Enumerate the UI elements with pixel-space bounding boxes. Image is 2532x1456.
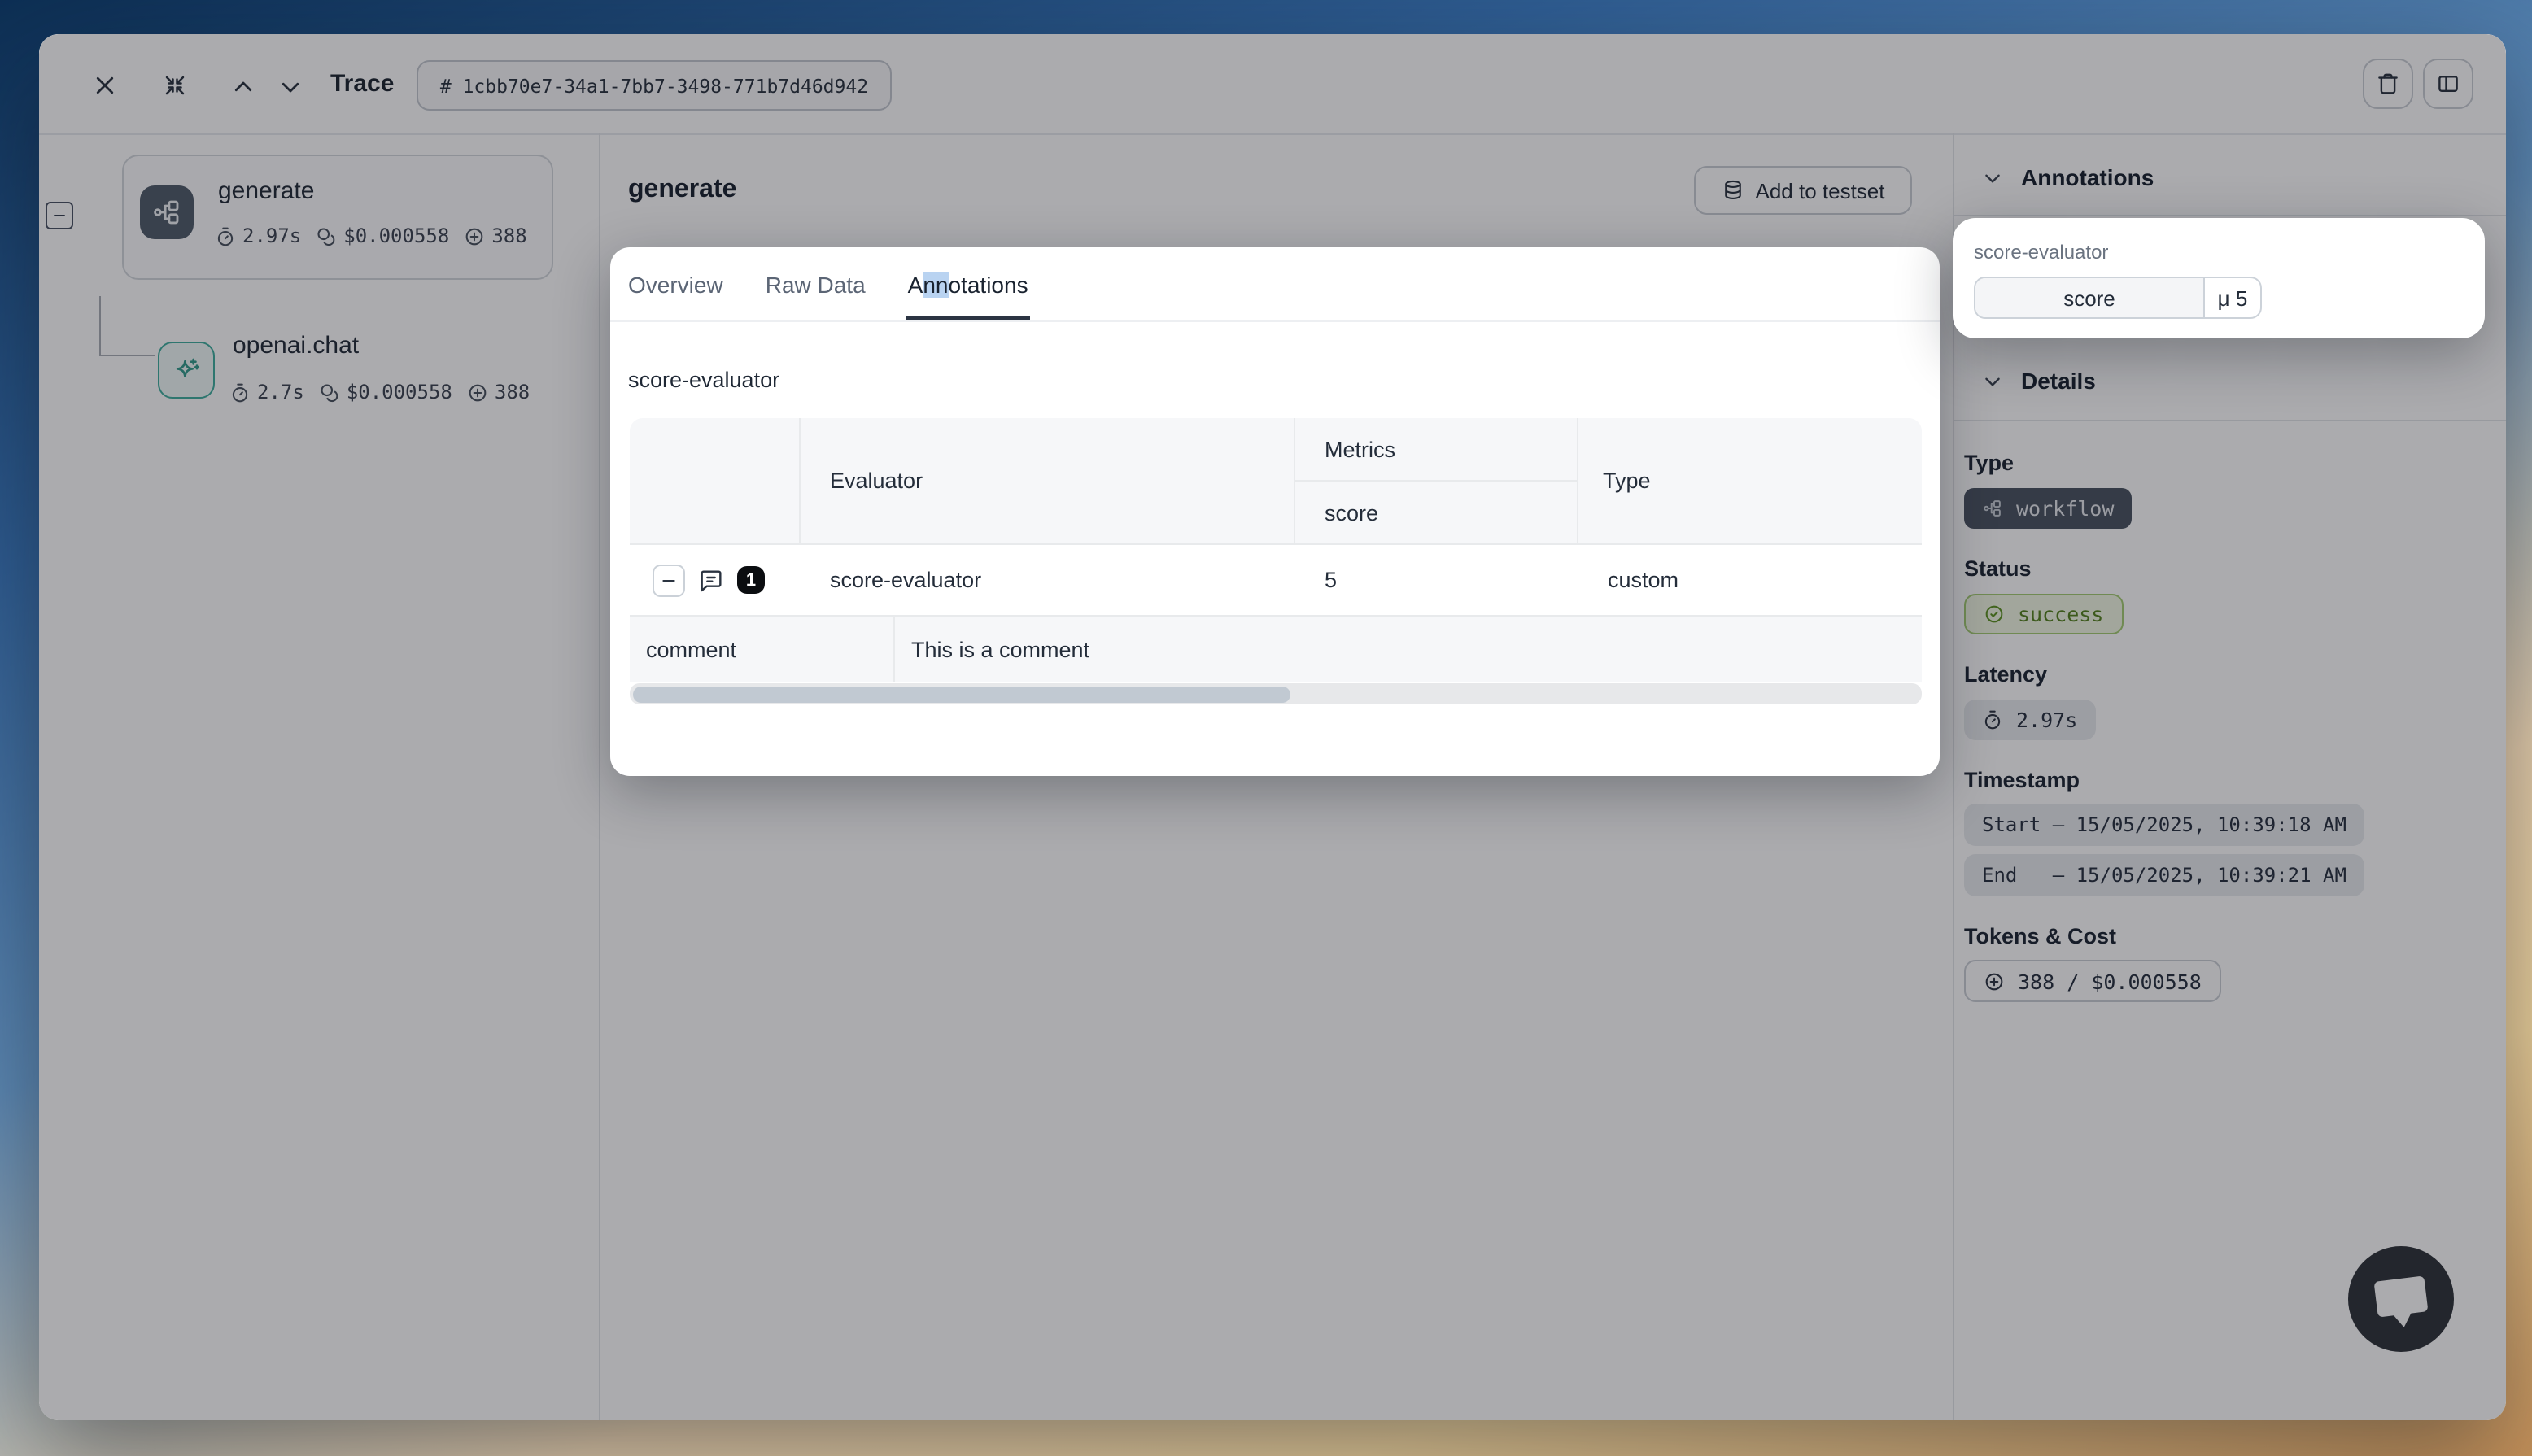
- desktop: Trace # 1cbb70e7-34a1-7bb7-3498-771b7d46…: [0, 0, 2532, 1456]
- score-metric-name[interactable]: score: [1975, 278, 2205, 317]
- scrollbar-thumb[interactable]: [633, 686, 1290, 702]
- score-cell: 5: [1295, 545, 1578, 615]
- comment-value-cell: This is a comment: [895, 617, 1922, 682]
- score-mean-value: μ 5: [2205, 278, 2260, 317]
- tab-bar: Overview Raw Data Annotations: [610, 247, 1940, 322]
- row-actions-cell: 1: [630, 545, 801, 615]
- tab-annotations[interactable]: Annotations: [908, 247, 1028, 320]
- metrics-header: Metrics: [1295, 418, 1577, 482]
- metric-name-header: score: [1295, 482, 1577, 543]
- type-cell: custom: [1578, 545, 1922, 615]
- annotations-tab-panel: Overview Raw Data Annotations score-eval…: [610, 247, 1940, 776]
- annotations-table: Evaluator Metrics score Type: [630, 418, 1922, 682]
- text-selection: nn: [923, 271, 948, 297]
- annotation-evaluator-label: score-evaluator: [1974, 241, 2108, 264]
- table-header: Evaluator Metrics score Type: [630, 418, 1922, 543]
- tab-raw-data[interactable]: Raw Data: [766, 247, 866, 320]
- comment-label-cell: comment: [630, 617, 895, 682]
- header-cell-metrics: Metrics score: [1295, 418, 1578, 543]
- horizontal-scrollbar[interactable]: [630, 683, 1922, 704]
- tab-overview[interactable]: Overview: [628, 247, 723, 320]
- score-metric-control[interactable]: score μ 5: [1974, 277, 2262, 319]
- header-cell-evaluator: Evaluator: [801, 418, 1295, 543]
- evaluator-section-title: score-evaluator: [628, 368, 779, 392]
- comment-row: comment This is a comment: [630, 615, 1922, 682]
- collapse-row-button[interactable]: [653, 564, 685, 596]
- annotation-score-card: score-evaluator score μ 5: [1953, 218, 2485, 338]
- table-row[interactable]: 1 score-evaluator 5 custom: [630, 543, 1922, 615]
- evaluator-cell: score-evaluator: [801, 545, 1295, 615]
- comment-icon[interactable]: [698, 567, 724, 593]
- header-cell-type: Type: [1578, 418, 1922, 543]
- header-cell-actions: [630, 418, 801, 543]
- comment-count-badge: 1: [737, 566, 765, 594]
